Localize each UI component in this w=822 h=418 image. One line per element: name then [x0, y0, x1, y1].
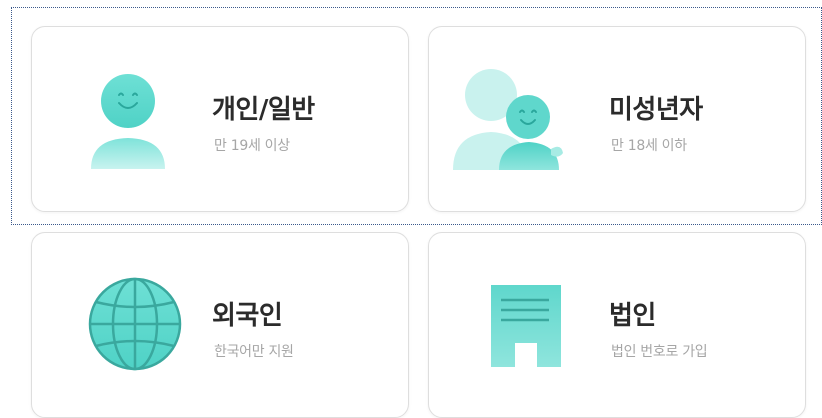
building-icon — [489, 283, 563, 373]
card-title: 개인/일반 — [212, 95, 315, 125]
foreigner-card[interactable]: 외국인 한국어만 지원 — [31, 232, 409, 418]
corporate-card[interactable]: 법인 법인 번호로 가입 — [428, 232, 806, 418]
signup-type-page: 개인/일반 만 19세 이상 미성년자 만 18세 이하 외국인 한국어만 지원… — [0, 0, 822, 418]
card-subtitle: 만 19세 이상 — [214, 138, 290, 154]
person-icon — [88, 71, 168, 175]
card-title: 법인 — [609, 301, 656, 331]
individual-card[interactable]: 개인/일반 만 19세 이상 — [31, 26, 409, 212]
minor-card[interactable]: 미성년자 만 18세 이하 — [428, 26, 806, 212]
card-subtitle: 법인 번호로 가입 — [611, 344, 708, 360]
card-subtitle: 만 18세 이하 — [611, 138, 687, 154]
card-subtitle: 한국어만 지원 — [214, 344, 294, 360]
card-title: 외국인 — [212, 301, 283, 331]
parent-child-icon — [451, 67, 571, 176]
globe-icon — [88, 277, 182, 375]
card-title: 미성년자 — [609, 95, 703, 125]
